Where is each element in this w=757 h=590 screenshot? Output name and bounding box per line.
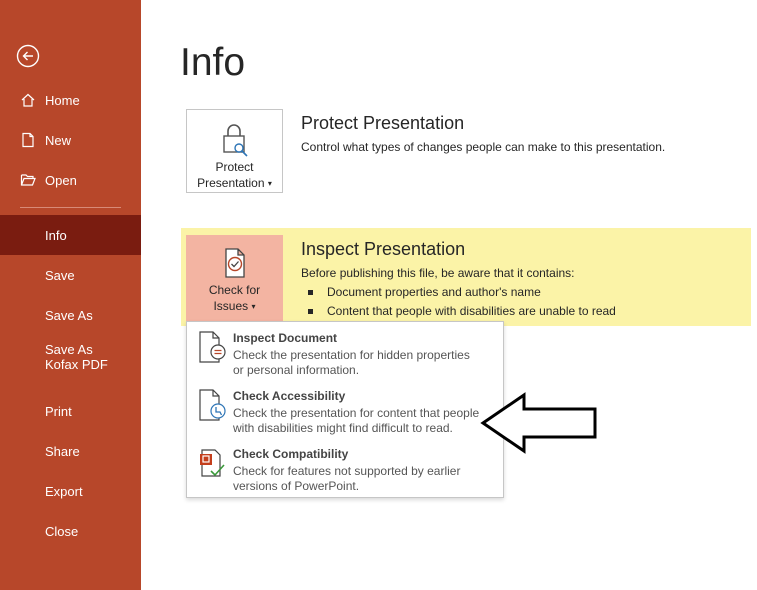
protect-section-title: Protect Presentation [301, 113, 465, 133]
sidebar-divider [20, 207, 121, 208]
backstage-sidebar: Home New Open Info Save Save As Save As … [0, 0, 141, 590]
sidebar-item-print[interactable]: Print [0, 391, 141, 431]
sidebar-item-label: Save [45, 267, 75, 283]
dropdown-caret-icon: ▾ [267, 178, 272, 188]
menu-item-description: versions of PowerPoint. [233, 479, 360, 493]
inspect-bullet: Document properties and author's name [308, 285, 541, 299]
inspect-document-icon [199, 331, 226, 363]
bullet-square-icon [308, 309, 313, 315]
inspect-section-description: Before publishing this file, be aware th… [301, 266, 575, 280]
menu-item-description: Check for features not supported by earl… [233, 464, 461, 478]
menu-item-description: Check the presentation for hidden proper… [233, 348, 470, 362]
sidebar-item-share[interactable]: Share [0, 431, 141, 471]
menu-item-description: Check the presentation for content that … [233, 406, 480, 420]
home-icon [19, 91, 37, 109]
page-title: Info [180, 41, 246, 84]
protect-button-label-line2: Presentation [197, 176, 265, 190]
sidebar-item-save[interactable]: Save [0, 255, 141, 295]
sidebar-item-label: Print [45, 403, 72, 419]
new-file-icon [19, 131, 37, 149]
folder-open-icon [19, 171, 37, 189]
sidebar-item-label: Export [45, 483, 83, 499]
menu-item-title: Inspect Document [233, 331, 338, 345]
sidebar-item-info[interactable]: Info [0, 215, 141, 255]
check-button-label-line1: Check for [208, 283, 261, 297]
back-arrow-icon[interactable] [16, 44, 40, 68]
sidebar-item-save-as-kofax-pdf[interactable]: Save As Kofax PDF [0, 342, 141, 386]
menu-item-title: Check Compatibility [233, 447, 349, 461]
sidebar-item-home[interactable]: Home [0, 80, 141, 120]
annotation-arrow-icon [480, 392, 597, 454]
compatibility-check-icon [200, 449, 225, 477]
menu-item-check-accessibility[interactable]: Check Accessibility Check the presentati… [187, 382, 503, 438]
check-document-icon [224, 248, 245, 278]
sidebar-item-save-as[interactable]: Save As [0, 295, 141, 335]
sidebar-item-label: New [45, 132, 72, 148]
check-for-issues-menu: Inspect Document Check the presentation … [186, 321, 504, 498]
sidebar-item-label: Share [45, 443, 80, 459]
sidebar-item-open[interactable]: Open [0, 160, 141, 200]
accessibility-check-icon [199, 389, 226, 421]
sidebar-item-close[interactable]: Close [0, 511, 141, 551]
sidebar-item-label: Info [45, 227, 67, 243]
menu-item-description: or personal information. [233, 363, 360, 377]
menu-item-inspect-document[interactable]: Inspect Document Check the presentation … [187, 324, 503, 380]
protect-button-label-line1: Protect [215, 160, 254, 174]
inspect-section-title: Inspect Presentation [301, 239, 466, 259]
menu-item-title: Check Accessibility [233, 389, 346, 403]
sidebar-item-label: Close [45, 523, 79, 539]
lock-key-icon [222, 124, 248, 157]
protect-section-description: Control what types of changes people can… [301, 140, 666, 154]
check-button-label-line2: Issues [213, 299, 249, 313]
menu-item-description: with disabilities might find difficult t… [233, 421, 453, 435]
protect-presentation-button[interactable]: Protect Presentation ▾ [186, 109, 283, 193]
sidebar-item-label: Open [45, 172, 77, 188]
sidebar-item-label: Home [45, 92, 80, 108]
sidebar-item-label: Save As [45, 307, 93, 323]
bullet-square-icon [308, 290, 313, 296]
dropdown-caret-icon: ▾ [251, 301, 256, 311]
menu-item-check-compatibility[interactable]: Check Compatibility Check for features n… [187, 440, 503, 496]
sidebar-item-export[interactable]: Export [0, 471, 141, 511]
inspect-bullet: Content that people with disabilities ar… [308, 304, 616, 318]
sidebar-item-label: Save As Kofax PDF [45, 342, 108, 372]
check-for-issues-button[interactable]: Check for Issues ▾ [186, 235, 283, 321]
sidebar-item-new[interactable]: New [0, 120, 141, 160]
